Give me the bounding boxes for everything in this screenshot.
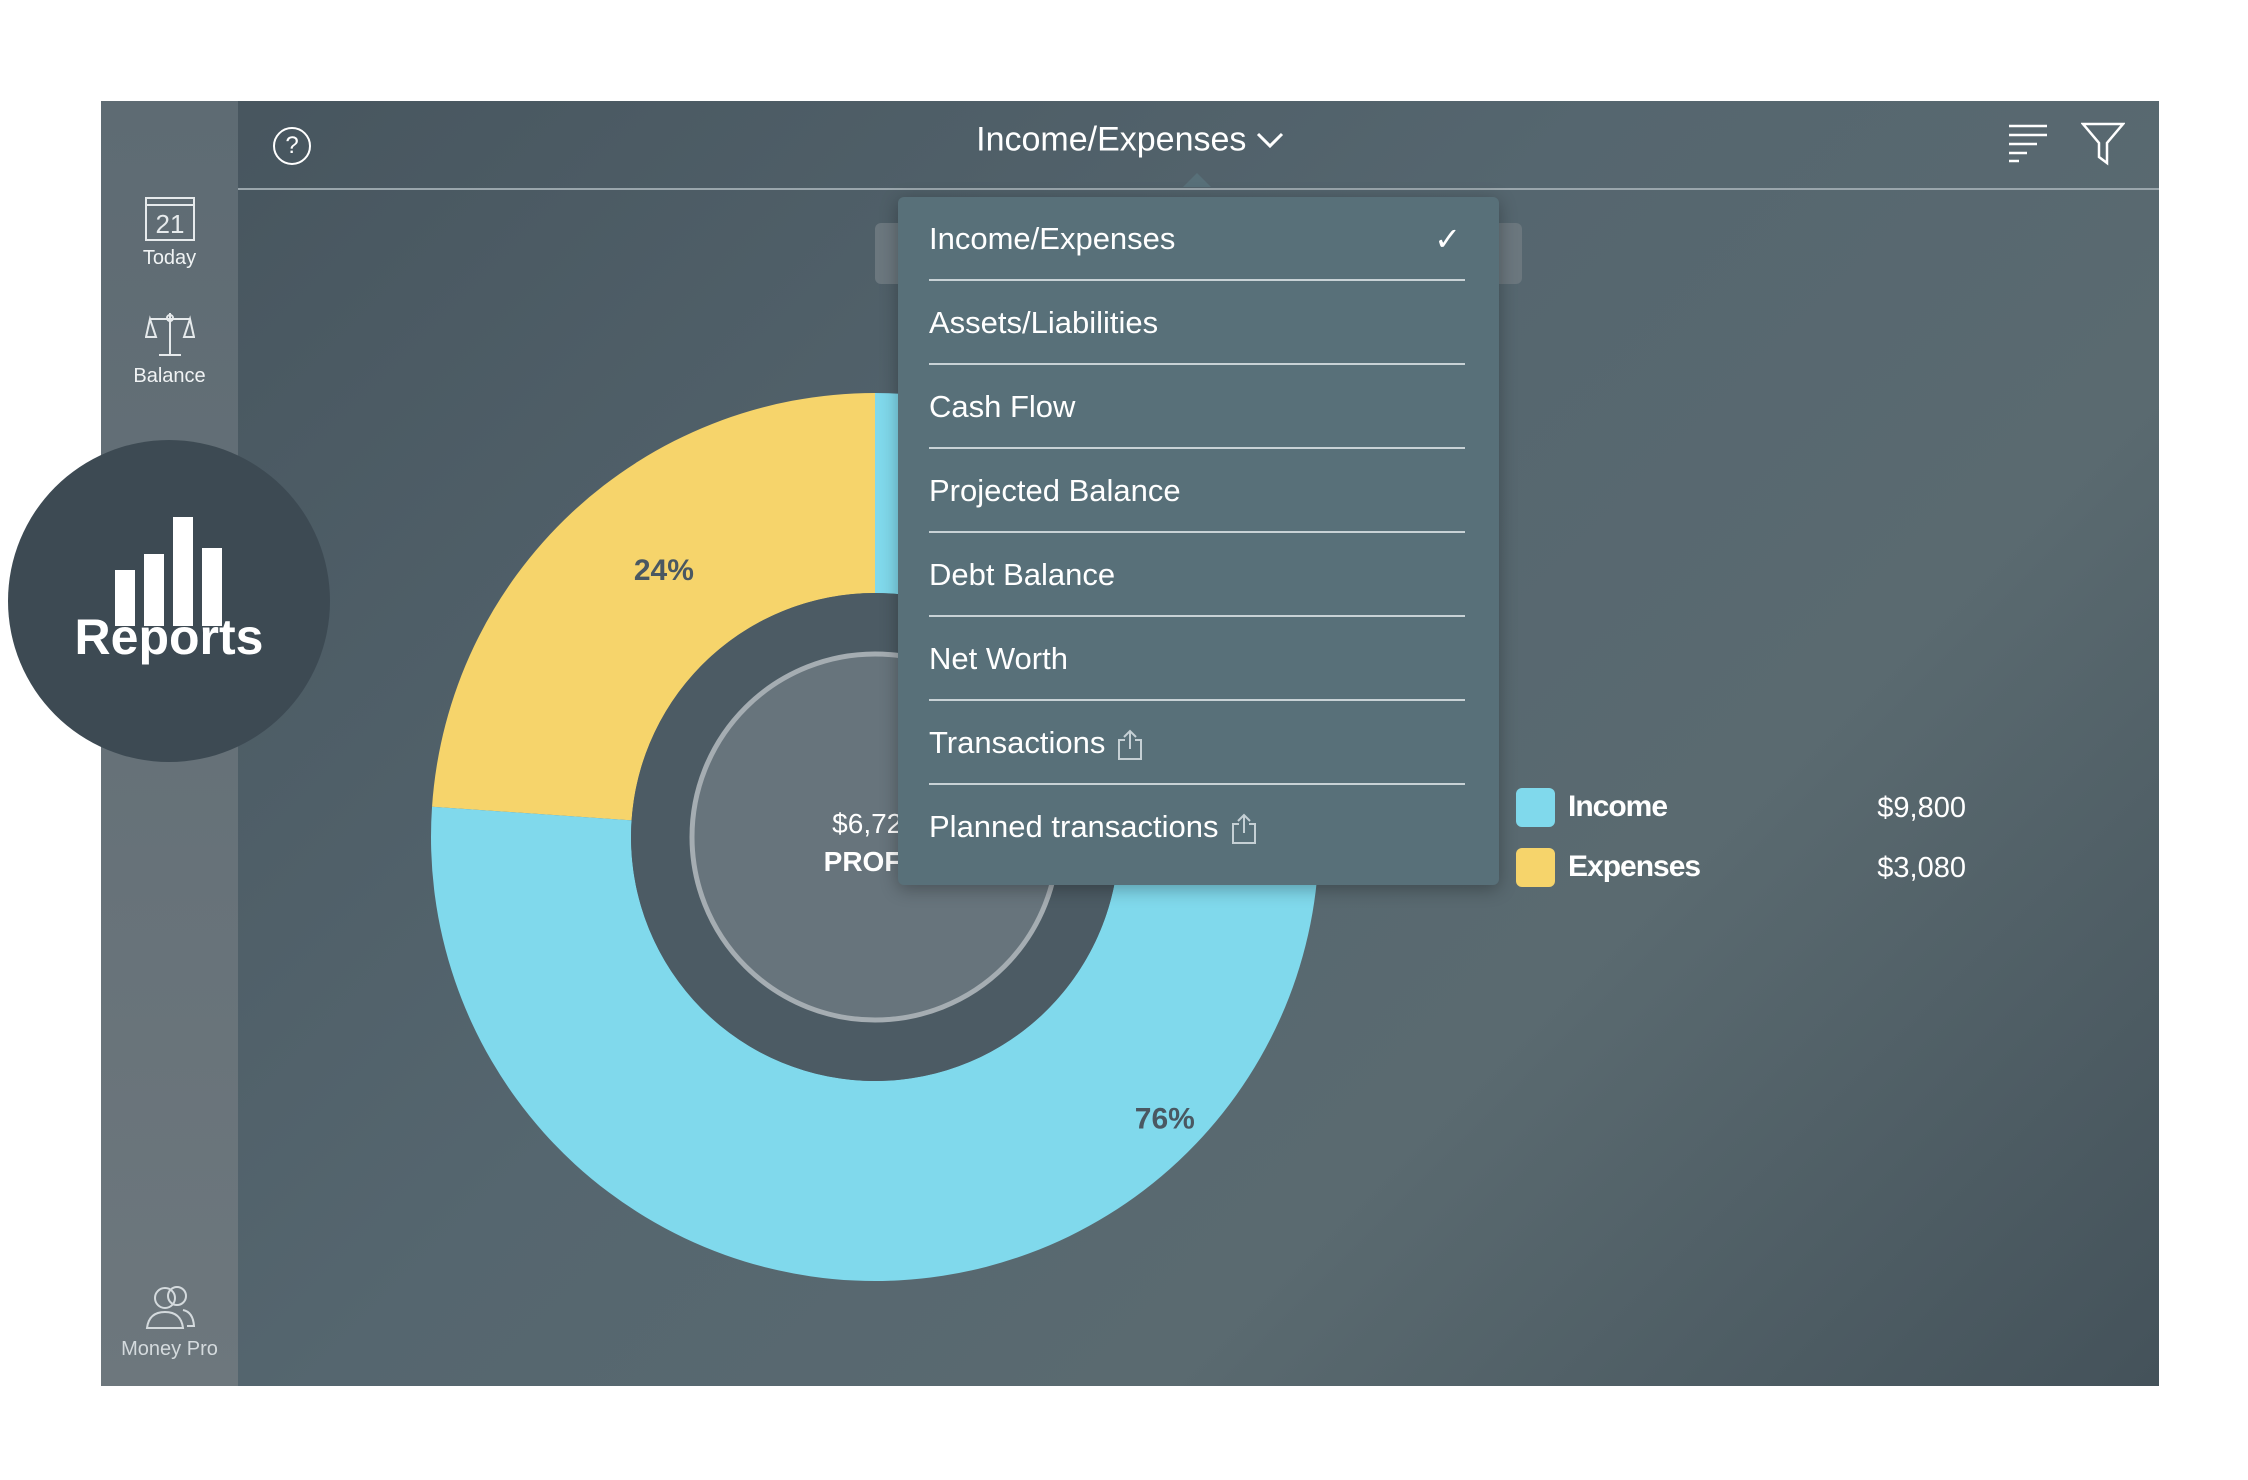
users-icon xyxy=(145,1286,195,1329)
legend-swatch xyxy=(1516,848,1555,887)
report-type-selector[interactable]: Income/Expenses xyxy=(101,119,2159,160)
dropdown-caret xyxy=(1183,173,1211,187)
slice-percent-label: 24% xyxy=(634,554,694,587)
menu-item-net-worth[interactable]: Net Worth xyxy=(929,617,1465,701)
app-window: 24% 76% $6,720 PROFIT 21 Today Balance Mone… xyxy=(101,101,2159,1386)
legend-item-income: Income $9,800 xyxy=(1516,788,1966,828)
sidebar-label: Balance xyxy=(133,365,206,387)
scales-icon xyxy=(144,313,195,356)
menu-item-debt-balance[interactable]: Debt Balance xyxy=(929,533,1465,617)
sidebar-item-today[interactable]: 21 Today xyxy=(101,195,238,270)
checkmark-icon: ✓ xyxy=(1434,221,1461,257)
report-type-dropdown: Income/Expenses ✓ Assets/Liabilities Cash… xyxy=(898,197,1499,885)
svg-text:21: 21 xyxy=(155,209,184,239)
legend-item-expenses: Expenses $3,080 xyxy=(1516,848,1966,888)
reports-label: Reports xyxy=(74,609,264,665)
menu-item-income-expenses[interactable]: Income/Expenses ✓ xyxy=(929,197,1465,281)
legend-value: $3,080 xyxy=(1877,852,1966,884)
header-divider xyxy=(238,188,2159,190)
sidebar-item-money-pro[interactable]: Money Pro xyxy=(101,1284,238,1361)
legend-value: $9,800 xyxy=(1877,792,1966,824)
menu-item-projected-balance[interactable]: Projected Balance xyxy=(929,449,1465,533)
chevron-down-icon xyxy=(1256,132,1283,149)
menu-item-cash-flow[interactable]: Cash Flow xyxy=(929,365,1465,449)
menu-item-transactions[interactable]: Transactions xyxy=(929,701,1465,785)
sidebar-label: Today xyxy=(142,247,197,269)
sidebar-item-balance[interactable]: Balance xyxy=(101,311,238,388)
menu-item-assets-liabilities[interactable]: Assets/Liabilities xyxy=(929,281,1465,365)
page-title: Income/Expenses xyxy=(976,120,1247,159)
slice-percent-label: 76% xyxy=(1135,1102,1195,1135)
list-view-icon[interactable] xyxy=(2007,121,2049,163)
sidebar-label: Money Pro xyxy=(121,1338,218,1360)
menu-item-planned-transactions[interactable]: Planned transactions xyxy=(929,785,1465,869)
legend-label: Expenses xyxy=(1568,850,1701,883)
share-icon[interactable] xyxy=(1231,813,1257,845)
legend-swatch xyxy=(1516,788,1555,827)
calendar-icon: 21 xyxy=(144,197,195,241)
share-icon[interactable] xyxy=(1117,729,1143,761)
filter-icon[interactable] xyxy=(2081,121,2125,167)
reports-highlight[interactable]: Reports xyxy=(8,440,330,762)
legend-label: Income xyxy=(1568,790,1668,823)
